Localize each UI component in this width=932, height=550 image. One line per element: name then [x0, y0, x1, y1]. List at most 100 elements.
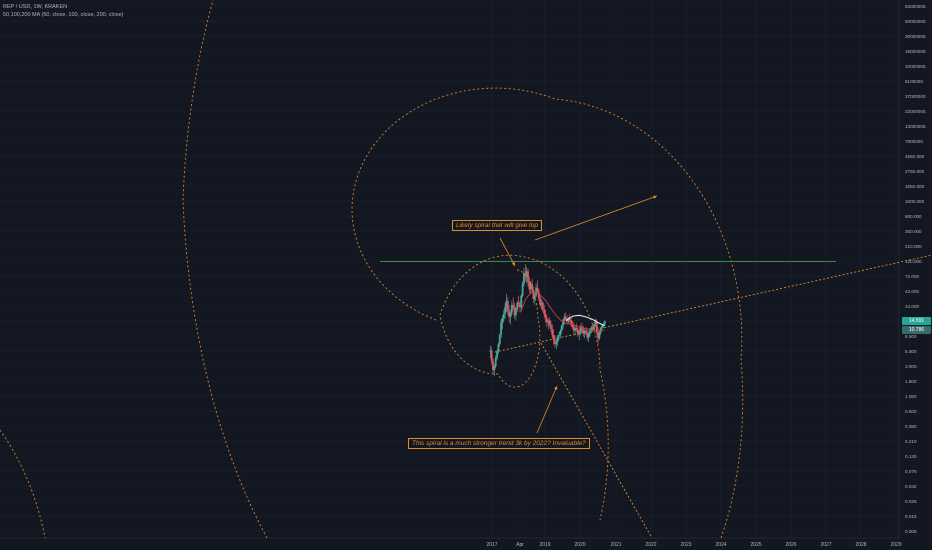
- candle-body: [504, 307, 507, 314]
- x-tick-label: 2023: [680, 542, 691, 548]
- y-tick-label: 1.800: [905, 379, 917, 384]
- x-tick-label: 2019: [539, 542, 550, 548]
- candle-body: [520, 295, 523, 308]
- candle-body: [555, 342, 558, 345]
- candle-body: [598, 332, 601, 339]
- candle-body: [515, 309, 517, 316]
- y-tick-label: 4550.000: [905, 154, 925, 159]
- candle-body: [536, 287, 539, 292]
- candle-body: [502, 313, 505, 319]
- candle-body: [500, 322, 502, 336]
- ma-price-badge: 10.786: [902, 325, 931, 334]
- annotation-spiral-top[interactable]: Likely spiral that will give top: [452, 220, 543, 231]
- candle-body: [527, 271, 529, 283]
- candle-body: [493, 366, 496, 371]
- y-tick-label: 2750.000: [905, 169, 925, 174]
- y-tick-label: 1.050: [905, 394, 917, 399]
- candle-body: [558, 335, 560, 337]
- y-tick-label: 0.015: [905, 514, 917, 519]
- candle-body: [543, 309, 546, 314]
- candle-body: [501, 318, 504, 323]
- y-tick-label: 6100000.: [905, 79, 924, 84]
- candle-body: [506, 300, 509, 311]
- candle-body: [498, 335, 501, 345]
- x-tick-label: Apr: [516, 542, 524, 548]
- y-tick-label: 0.025: [905, 499, 917, 504]
- y-tick-label: 13000000.: [905, 124, 927, 129]
- candle-body: [593, 324, 595, 330]
- candle-body: [552, 335, 555, 341]
- candle-body: [585, 330, 587, 333]
- current-price-badge: 14.591: [902, 317, 931, 326]
- y-tick-label: 30000000.: [905, 34, 927, 39]
- candle-body: [556, 336, 559, 343]
- x-tick-label: 2022: [645, 542, 656, 548]
- candle-body: [509, 312, 512, 317]
- candle-body: [512, 304, 515, 308]
- candle-body: [497, 344, 500, 352]
- candle-body: [544, 313, 547, 319]
- candle-body: [541, 302, 544, 310]
- candle-body: [578, 332, 581, 335]
- candle-body: [551, 329, 554, 336]
- candle-body: [517, 302, 520, 305]
- y-tick-label: 22000000.: [905, 109, 927, 114]
- y-tick-label: 24.000: [905, 304, 919, 309]
- candle-body: [533, 295, 536, 300]
- y-tick-label: 0.042: [905, 484, 917, 489]
- y-tick-label: 7800000.: [905, 139, 924, 144]
- x-tick-label: 2017: [486, 542, 497, 548]
- y-tick-label: 42.000: [905, 289, 919, 294]
- candle-body: [603, 321, 606, 325]
- y-tick-label: 210.000: [905, 244, 922, 249]
- candle-body: [589, 330, 591, 334]
- candle-body: [550, 324, 552, 330]
- y-tick-label: 3.000: [905, 364, 917, 369]
- y-tick-label: 63000000.: [905, 4, 927, 9]
- x-tick-label: 2029: [890, 542, 901, 548]
- symbol-title: REP / USD, 1W, KRAKEN: [3, 4, 68, 10]
- candle-body: [575, 328, 578, 330]
- annotation-strong-trend[interactable]: This spiral is a much stronger trend 3k …: [408, 438, 590, 449]
- y-tick-label: 5.000: [905, 349, 917, 354]
- y-tick-label: 72.000: [905, 274, 919, 279]
- x-tick-label: 2028: [855, 542, 866, 548]
- x-tick-label: 2020: [574, 542, 585, 548]
- plot-background: [0, 0, 932, 550]
- chart-canvas[interactable]: 63000000. 50000000. 30000000. 18000000. 1000…: [0, 0, 932, 550]
- candle-body: [564, 316, 567, 319]
- y-tick-label: 0.009: [905, 529, 917, 534]
- candle-body: [494, 358, 497, 367]
- y-tick-label: 18000000.: [905, 49, 927, 54]
- candle-body: [531, 283, 533, 290]
- indicator-legend: 50,100,200 MA (50, close, 100, close, 20…: [3, 12, 124, 18]
- candle-body: [587, 333, 590, 338]
- candle-body: [490, 350, 493, 361]
- x-tick-label: 2025: [750, 542, 761, 548]
- y-tick-label: 1650.000: [905, 184, 925, 189]
- chart-header: REP / USD, 1W, KRAKEN 50,100,200 MA (50,…: [3, 3, 123, 19]
- x-tick-label: 2027: [820, 542, 831, 548]
- y-tick-label: 0.078: [905, 469, 917, 474]
- y-tick-label: 0.600: [905, 409, 917, 414]
- candle-body: [496, 351, 498, 359]
- y-tick-label: 8.500: [905, 334, 917, 339]
- candle-body: [560, 325, 563, 331]
- x-tick-label: 2024: [715, 542, 726, 548]
- y-tick-label: 37000000.: [905, 94, 927, 99]
- y-tick-label: 360.000: [905, 229, 922, 234]
- y-tick-label: 10000000.: [905, 64, 927, 69]
- y-tick-label: 0.130: [905, 454, 917, 459]
- y-tick-label: 50000000.: [905, 19, 927, 24]
- x-tick-label: 2026: [785, 542, 796, 548]
- y-tick-label: 600.000: [905, 214, 922, 219]
- y-tick-label: 0.360: [905, 424, 917, 429]
- y-tick-label: 120.000: [905, 259, 922, 264]
- candle-body: [559, 330, 562, 336]
- candle-body: [601, 325, 603, 329]
- candle-body: [548, 320, 551, 325]
- y-tick-label: 0.210: [905, 439, 917, 444]
- chart-area[interactable]: 63000000. 50000000. 30000000. 18000000. 1000…: [0, 0, 932, 550]
- x-tick-label: 2021: [610, 542, 621, 548]
- candle-body: [521, 283, 524, 296]
